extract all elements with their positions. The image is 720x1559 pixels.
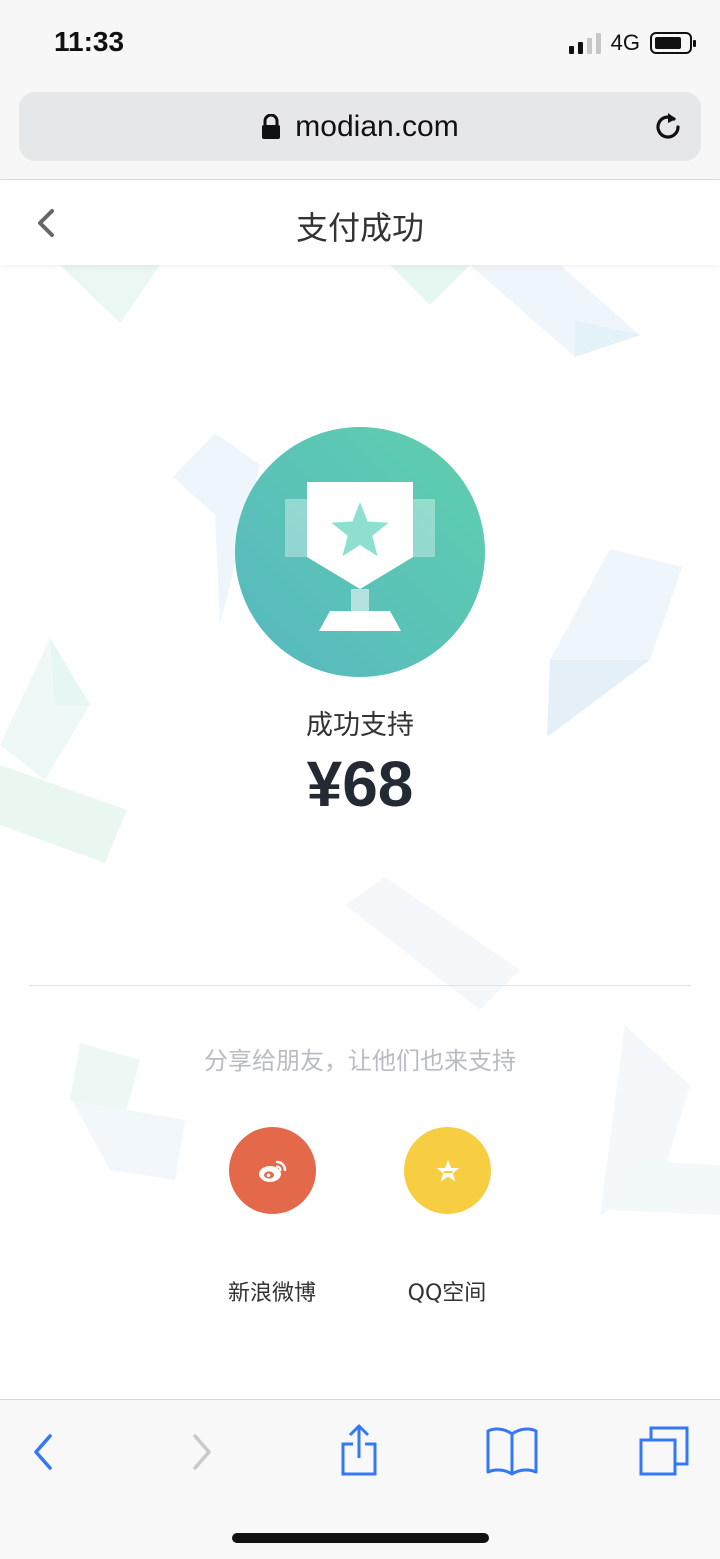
address-bar[interactable]: modian.com (19, 92, 701, 161)
signal-icon (568, 32, 601, 54)
lock-icon (262, 114, 281, 139)
status-bar: 11:33 4G (0, 0, 720, 88)
divider (29, 985, 691, 986)
payment-amount: ¥68 (306, 748, 414, 820)
success-label: 成功支持 (306, 710, 414, 741)
page: 11:33 4G modian.com 支付成功 成功支持 ¥68 分享给朋友，… (0, 0, 720, 1559)
share-weibo-button[interactable] (229, 1127, 316, 1214)
status-indicators: 4G (568, 30, 696, 56)
home-indicator (232, 1533, 489, 1543)
share-hint: 分享给朋友，让他们也来支持 (204, 1047, 516, 1075)
reload-icon[interactable] (651, 110, 685, 144)
trophy-icon (235, 427, 485, 677)
battery-icon (650, 32, 696, 54)
share-qzone-button[interactable] (404, 1127, 491, 1214)
browser-toolbar (0, 1399, 720, 1559)
browser-back-icon[interactable] (14, 1422, 70, 1482)
page-header: 支付成功 (0, 181, 720, 265)
browser-address-area: modian.com (0, 88, 720, 180)
share-icon[interactable] (331, 1422, 387, 1482)
tabs-icon[interactable] (637, 1422, 693, 1482)
weibo-icon (258, 1160, 286, 1182)
qzone-star-icon (436, 1159, 459, 1181)
share-qzone-label: QQ空间 (407, 1281, 487, 1306)
bookmarks-icon[interactable] (484, 1422, 540, 1482)
browser-forward-icon[interactable] (175, 1422, 231, 1482)
share-weibo-label: 新浪微博 (227, 1281, 316, 1306)
url-text: modian.com (295, 110, 459, 143)
status-time: 11:33 (54, 26, 125, 57)
main-content: 成功支持 ¥68 分享给朋友，让他们也来支持 新浪微博 QQ空间 (0, 265, 720, 1399)
page-title: 支付成功 (295, 209, 424, 247)
network-type: 4G (610, 30, 640, 55)
